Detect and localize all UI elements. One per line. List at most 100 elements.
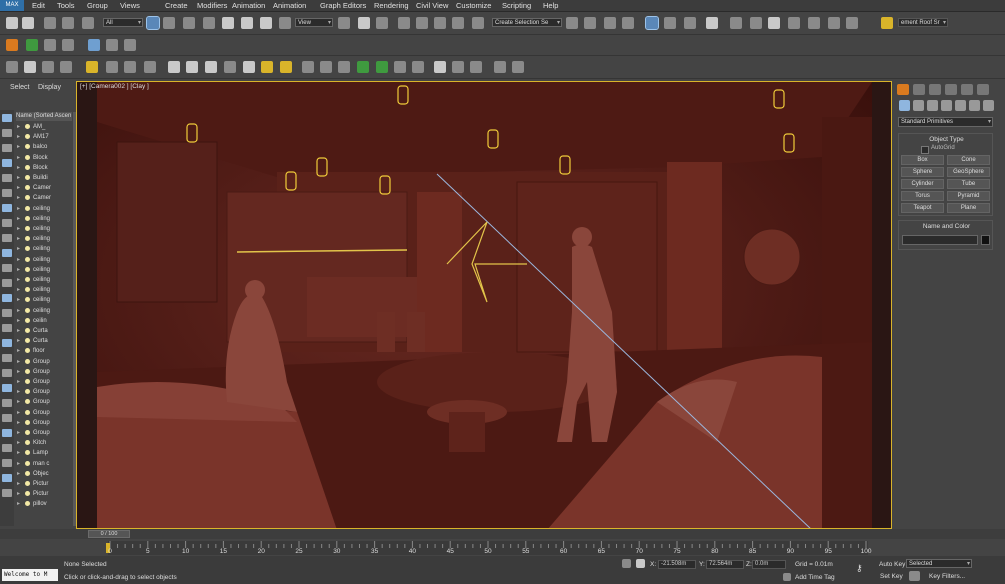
modify-tab-icon[interactable] [913, 84, 925, 95]
expand-arrow-icon[interactable]: ▸ [17, 142, 20, 152]
expand-arrow-icon[interactable]: ▸ [17, 183, 20, 193]
scene-list-item[interactable]: ▸ ceiling [16, 244, 72, 254]
select-object-icon[interactable] [146, 16, 160, 30]
scene-list-item[interactable]: ▸ Camer [16, 183, 72, 193]
scene-list-item[interactable]: ▸ Group [16, 377, 72, 387]
expand-arrow-icon[interactable]: ▸ [17, 459, 20, 469]
render-activeshade-icon[interactable] [808, 17, 820, 29]
align-icon[interactable] [584, 17, 596, 29]
expand-arrow-icon[interactable]: ▸ [17, 244, 20, 254]
light-bulb-icon[interactable] [881, 17, 893, 29]
visibility-icon[interactable] [25, 419, 30, 425]
set-key-icon[interactable] [909, 571, 920, 581]
primitive-tube-button[interactable]: Tube [947, 179, 990, 189]
visibility-icon[interactable] [25, 317, 30, 323]
key-mode-dropdown[interactable]: Selected [906, 559, 972, 569]
expand-arrow-icon[interactable]: ▸ [17, 316, 20, 326]
systems-icon[interactable] [983, 100, 994, 111]
explorer-filter-icon[interactable] [2, 264, 12, 272]
rendered-frame-window-icon[interactable] [750, 17, 762, 29]
explorer-filter-icon[interactable] [2, 279, 12, 287]
scene-list-item[interactable]: ▸ ceiling [16, 295, 72, 305]
expand-arrow-icon[interactable]: ▸ [17, 428, 20, 438]
scene-list-item[interactable]: ▸ pillov [16, 499, 72, 509]
visibility-icon[interactable] [25, 256, 30, 262]
visibility-icon[interactable] [25, 185, 30, 191]
visibility-icon[interactable] [25, 134, 30, 140]
schematic-view-icon[interactable] [684, 17, 696, 29]
settings-icon[interactable] [494, 61, 506, 73]
expand-arrow-icon[interactable]: ▸ [17, 193, 20, 203]
menu-animation-2[interactable]: Animation [273, 0, 306, 11]
environment-icon[interactable] [846, 17, 858, 29]
expand-arrow-icon[interactable]: ▸ [17, 438, 20, 448]
visibility-icon[interactable] [25, 297, 30, 303]
scene-list-item[interactable]: ▸ Objec [16, 469, 72, 479]
expand-arrow-icon[interactable]: ▸ [17, 285, 20, 295]
angle-snap-icon[interactable] [416, 17, 428, 29]
expand-arrow-icon[interactable]: ▸ [17, 306, 20, 316]
scene-list-item[interactable]: ▸ ceiling [16, 255, 72, 265]
lock-selection-icon[interactable] [636, 559, 645, 568]
cone-light-icon[interactable] [243, 61, 255, 73]
mirror-icon[interactable] [566, 17, 578, 29]
application-button[interactable]: MAX [0, 0, 24, 11]
undo-icon[interactable] [6, 17, 18, 29]
scene-list-item[interactable]: ▸ Kitch [16, 438, 72, 448]
scene-list-item[interactable]: ▸ Group [16, 418, 72, 428]
window-crossing-icon[interactable] [203, 17, 215, 29]
expand-arrow-icon[interactable]: ▸ [17, 448, 20, 458]
maxscript-listener[interactable]: Welcome to M [2, 569, 58, 581]
visibility-icon[interactable] [25, 338, 30, 344]
ambient-light-icon[interactable] [280, 61, 292, 73]
move-icon[interactable] [222, 17, 234, 29]
snaps-toggle-icon[interactable] [398, 17, 410, 29]
keyboard-shortcut-icon[interactable] [376, 17, 388, 29]
reference-coordinate-dropdown[interactable]: View [295, 18, 333, 28]
menu-edit[interactable]: Edit [32, 0, 45, 11]
material-editor-icon[interactable] [706, 17, 718, 29]
primitive-teapot-button[interactable]: Teapot [901, 203, 944, 213]
expand-arrow-icon[interactable]: ▸ [17, 275, 20, 285]
scatter-icon[interactable] [357, 61, 369, 73]
object-name-input[interactable] [902, 235, 978, 245]
scene-list-item[interactable]: ▸ AM17 [16, 132, 72, 142]
menu-help[interactable]: Help [543, 0, 558, 11]
expand-arrow-icon[interactable]: ▸ [17, 204, 20, 214]
scene-list-item[interactable]: ▸ Group [16, 408, 72, 418]
scene-list-item[interactable]: ▸ Lamp [16, 448, 72, 458]
lights-icon[interactable] [927, 100, 938, 111]
render-iterative-icon[interactable] [788, 17, 800, 29]
sun-settings-icon[interactable] [124, 61, 136, 73]
time-slider[interactable]: 0 / 100 [88, 530, 130, 538]
expand-arrow-icon[interactable]: ▸ [17, 336, 20, 346]
frame-buffer-icon[interactable] [42, 61, 54, 73]
forest-icon[interactable] [376, 61, 388, 73]
scene-explorer-header[interactable]: Name (Sorted Ascen [16, 112, 72, 121]
material-override-icon[interactable] [470, 61, 482, 73]
scene-list-item[interactable]: ▸ Block [16, 153, 72, 163]
expand-arrow-icon[interactable]: ▸ [17, 479, 20, 489]
toggle-ribbon-icon[interactable] [645, 16, 659, 30]
expand-arrow-icon[interactable]: ▸ [17, 499, 20, 509]
proxy-icon[interactable] [302, 61, 314, 73]
time-tag-icon[interactable] [783, 573, 791, 581]
curve-editor-icon[interactable] [664, 17, 676, 29]
isolate-icon[interactable] [622, 559, 631, 568]
visibility-icon[interactable] [25, 481, 30, 486]
explorer-filter-icon[interactable] [2, 429, 12, 437]
primitive-category-dropdown[interactable]: Standard Primitives [898, 117, 993, 127]
scene-list-item[interactable]: ▸ Camer [16, 193, 72, 203]
sphere-light-icon[interactable] [186, 61, 198, 73]
scene-list-item[interactable]: ▸ Group [16, 357, 72, 367]
scene-list-item[interactable]: ▸ ceiling [16, 285, 72, 295]
visibility-icon[interactable] [25, 409, 30, 415]
explorer-filter-icon[interactable] [2, 384, 12, 392]
visibility-icon[interactable] [25, 470, 30, 476]
scale-icon[interactable] [260, 17, 272, 29]
scene-list-item[interactable]: ▸ ceiling [16, 204, 72, 214]
rectangular-selection-icon[interactable] [183, 17, 195, 29]
display-tab-icon[interactable] [961, 84, 973, 95]
light-lister-icon[interactable] [86, 61, 98, 73]
decal-icon[interactable] [394, 61, 406, 73]
